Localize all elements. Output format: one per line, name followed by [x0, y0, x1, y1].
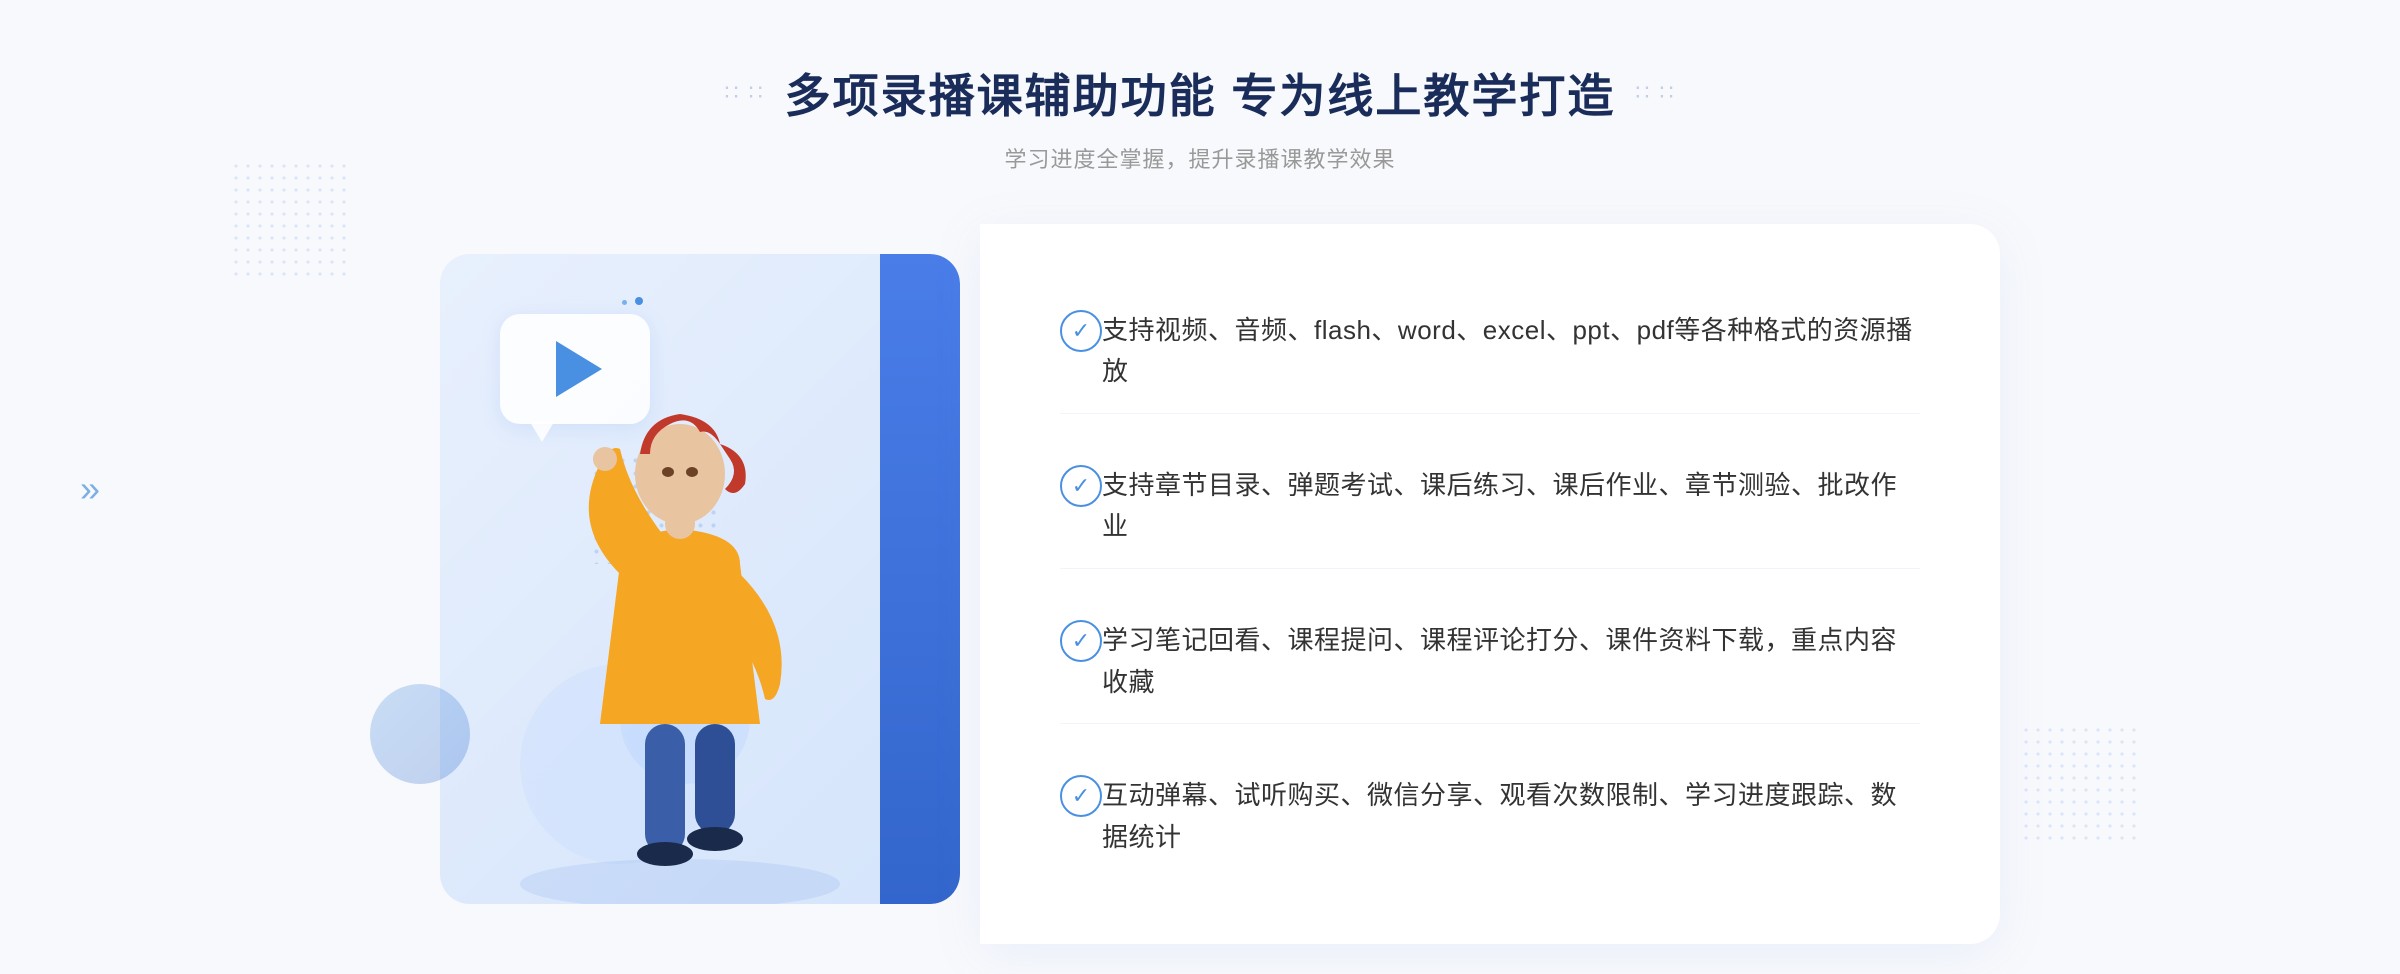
feature-text-4: 互动弹幕、试听购买、微信分享、观看次数限制、学习进度跟踪、数据统计 [1102, 775, 1920, 858]
sparkle-dot-2 [635, 297, 643, 305]
sub-title: 学习进度全掌握，提升录播课教学效果 [725, 142, 1676, 174]
feature-panel: ✓ 支持视频、音频、flash、word、excel、ppt、pdf等各种格式的… [980, 224, 2000, 944]
check-mark-1: ✓ [1072, 320, 1090, 342]
check-mark-2: ✓ [1072, 475, 1090, 497]
page-container: ∷ ∷ 多项录播课辅助功能 专为线上教学打造 ∷ ∷ 学习进度全掌握，提升录播课… [0, 0, 2400, 974]
dot-pattern-top-left [230, 160, 350, 280]
blue-bar [880, 254, 960, 904]
feature-item-3: ✓ 学习笔记回看、课程提问、课程评论打分、课件资料下载，重点内容收藏 [1060, 600, 1920, 724]
check-circle-4: ✓ [1060, 775, 1102, 817]
sparkle-dot-1 [622, 300, 627, 305]
chevron-left-decoration: » [80, 468, 100, 510]
feature-item-4: ✓ 互动弹幕、试听购买、微信分享、观看次数限制、学习进度跟踪、数据统计 [1060, 755, 1920, 878]
sparkle-decoration [620, 294, 645, 312]
feature-text-3: 学习笔记回看、课程提问、课程评论打分、课件资料下载，重点内容收藏 [1102, 620, 1920, 703]
feature-text-1: 支持视频、音频、flash、word、excel、ppt、pdf等各种格式的资源… [1102, 310, 1920, 393]
main-content: » [400, 224, 2000, 944]
person-illustration [490, 344, 870, 904]
check-circle-2: ✓ [1060, 465, 1102, 507]
main-title: 多项录播课辅助功能 专为线上教学打造 [785, 60, 1616, 126]
blue-circle-left [370, 684, 470, 784]
header-decoration-right: ∷ ∷ [1635, 80, 1675, 106]
header-decoration-left: ∷ ∷ [725, 80, 765, 106]
feature-text-2: 支持章节目录、弹题考试、课后练习、课后作业、章节测验、批改作业 [1102, 465, 1920, 548]
check-circle-3: ✓ [1060, 620, 1102, 662]
feature-item-2: ✓ 支持章节目录、弹题考试、课后练习、课后作业、章节测验、批改作业 [1060, 445, 1920, 569]
check-mark-3: ✓ [1072, 630, 1090, 652]
check-circle-1: ✓ [1060, 310, 1102, 352]
illustration-bg: » [440, 254, 960, 904]
feature-item-1: ✓ 支持视频、音频、flash、word、excel、ppt、pdf等各种格式的… [1060, 290, 1920, 414]
check-mark-4: ✓ [1072, 785, 1090, 807]
header-section: ∷ ∷ 多项录播课辅助功能 专为线上教学打造 ∷ ∷ 学习进度全掌握，提升录播课… [725, 60, 1676, 174]
dot-pattern-bottom-right [2020, 724, 2140, 844]
illustration-container: » [400, 224, 980, 944]
